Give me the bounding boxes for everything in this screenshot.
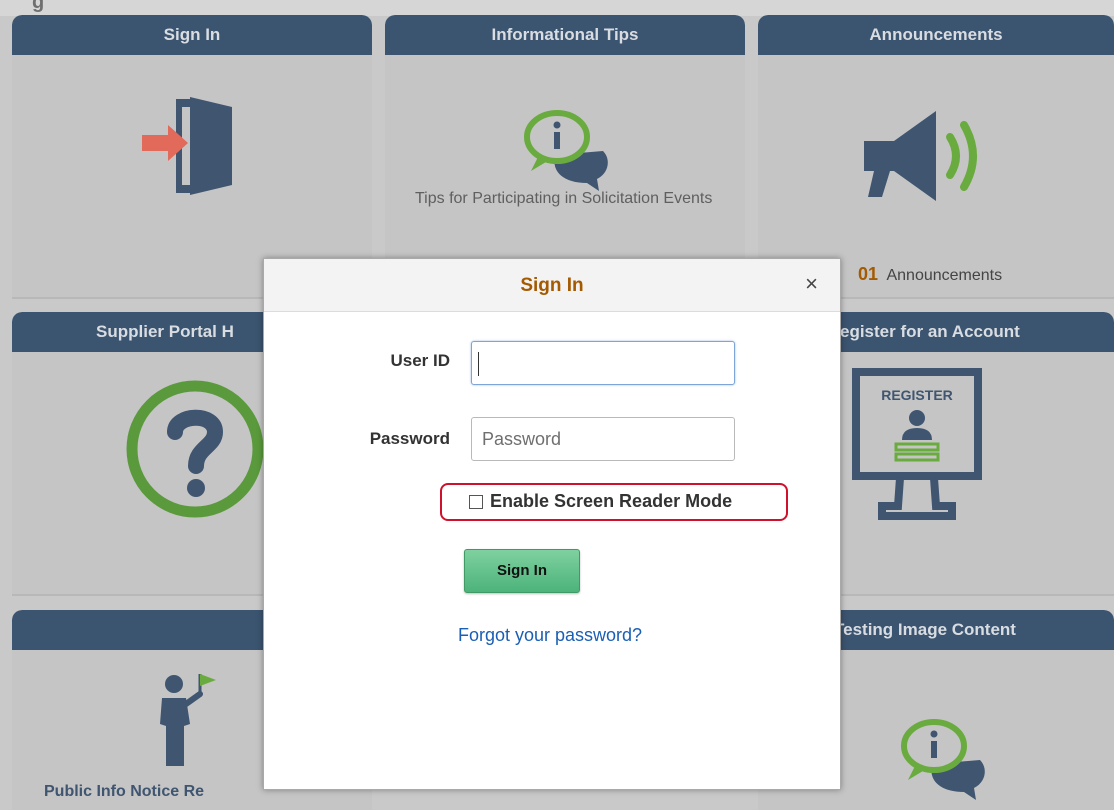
password-input[interactable] (471, 417, 735, 461)
register-monitor-label: REGISTER (881, 387, 953, 403)
screen-reader-label[interactable]: Enable Screen Reader Mode (490, 491, 732, 512)
password-label: Password (369, 429, 450, 448)
question-circle-icon (126, 380, 264, 518)
tile-title: egister for an Account (840, 322, 1020, 341)
tile-header: Sign In (12, 15, 372, 55)
modal-title: Sign In (520, 275, 584, 296)
info-speech-bubble-icon (901, 719, 985, 800)
tile-announcements[interactable]: Announcements 01 Announcements (758, 15, 1114, 297)
page-heading: g (32, 0, 45, 13)
announcement-count-row: 01 Announcements (858, 265, 1002, 285)
tile-informational-tips[interactable]: Informational Tips Tips for Participatin… (385, 15, 745, 297)
modal-titlebar: Sign In × (264, 259, 840, 312)
forgot-password-link[interactable]: Forgot your password? (260, 625, 840, 646)
tile-header: Announcements (758, 15, 1114, 55)
person-flag-icon (160, 674, 216, 766)
megaphone-icon (864, 111, 977, 201)
tile-header: Informational Tips (385, 15, 745, 55)
tile-description: Tips for Participating in Solicitation E… (415, 190, 713, 207)
announcement-label: Announcements (886, 267, 1003, 284)
screen-reader-checkbox[interactable] (469, 495, 483, 509)
sign-in-modal: Sign In × User ID Password Enable Screen… (263, 258, 841, 790)
page-header: g (0, 0, 1114, 16)
tile-sign-in[interactable]: Sign In (12, 15, 372, 297)
text-caret (478, 352, 479, 376)
info-speech-bubble-icon (524, 110, 608, 191)
sign-in-button[interactable]: Sign In (464, 549, 580, 593)
tile-title: Testing Image Content (834, 620, 1016, 639)
user-id-input[interactable] (471, 341, 735, 385)
door-arrow-icon (142, 97, 232, 195)
close-icon[interactable]: × (805, 273, 818, 295)
announcement-count: 01 (858, 264, 879, 284)
tile-title: Supplier Portal H (96, 322, 234, 341)
tile-description: Public Info Notice Re (44, 783, 205, 800)
user-id-label: User ID (390, 351, 450, 370)
register-monitor-icon: REGISTER (852, 368, 982, 520)
